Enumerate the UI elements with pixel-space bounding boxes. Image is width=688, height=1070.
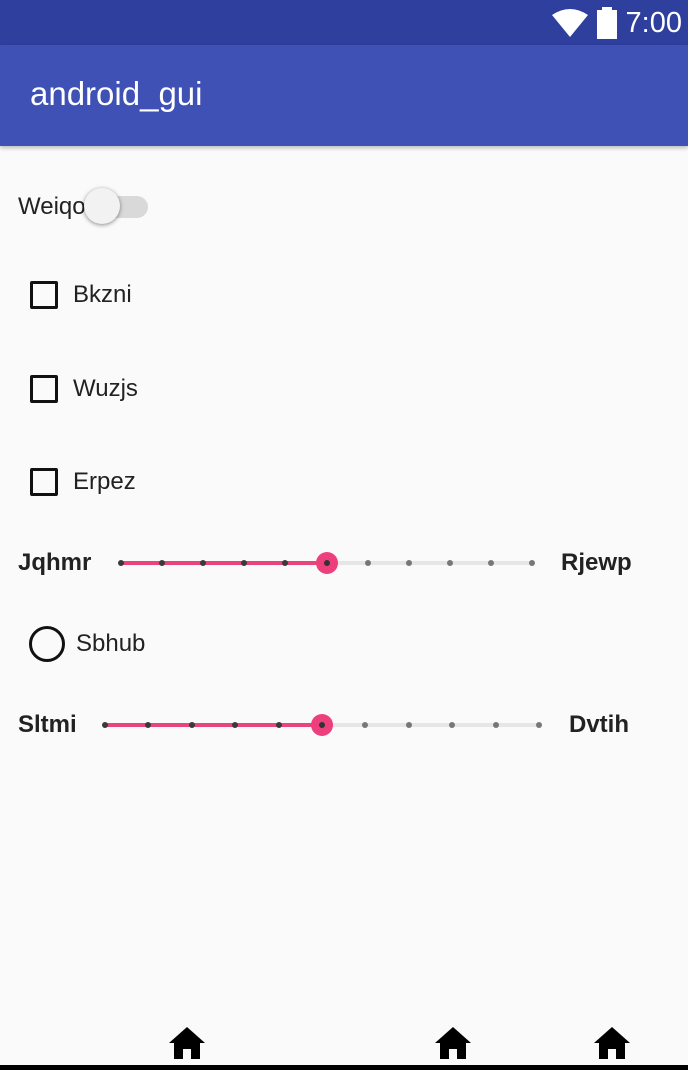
app-title: android_gui bbox=[30, 75, 203, 112]
radio-row-sbhub[interactable]: Sbhub bbox=[29, 625, 145, 663]
slider2-left-label: Sltmi bbox=[18, 711, 77, 738]
slider-tick bbox=[364, 560, 371, 566]
checkbox-wuzjs[interactable] bbox=[30, 375, 58, 403]
weiqo-switch[interactable] bbox=[83, 186, 150, 228]
slider-tick bbox=[145, 722, 152, 728]
home-icon[interactable] bbox=[594, 1027, 630, 1059]
slider-thumb-dot bbox=[319, 722, 325, 728]
slider-tick bbox=[102, 722, 108, 728]
checkbox-bkzni[interactable] bbox=[30, 281, 58, 309]
checkbox-row-wuzjs[interactable]: Wuzjs bbox=[30, 371, 138, 407]
switch-row: Weiqo bbox=[18, 186, 150, 228]
slider-thumb[interactable] bbox=[311, 714, 333, 736]
app-bar: android_gui bbox=[0, 45, 688, 146]
home-icon[interactable] bbox=[435, 1027, 471, 1059]
checkbox-row-bkzni[interactable]: Bkzni bbox=[30, 277, 132, 313]
home-icon[interactable] bbox=[169, 1027, 205, 1059]
slider-sltmi-dvtih[interactable] bbox=[102, 710, 542, 740]
radio-sbhub[interactable] bbox=[29, 626, 65, 662]
slider-tick bbox=[362, 722, 369, 728]
slider-thumb-dot bbox=[323, 560, 330, 566]
slider-tick bbox=[492, 722, 499, 728]
slider2-right-label: Dvtih bbox=[569, 711, 629, 738]
slider-thumb[interactable] bbox=[315, 552, 338, 574]
slider-tick bbox=[159, 560, 166, 566]
slider-tick bbox=[405, 722, 412, 728]
checkbox-erpez[interactable] bbox=[30, 468, 58, 496]
battery-icon bbox=[596, 7, 617, 39]
status-time: 7:00 bbox=[625, 6, 682, 39]
slider-tick bbox=[200, 560, 207, 566]
nav-divider bbox=[0, 1065, 688, 1070]
slider-tick bbox=[282, 560, 289, 566]
checkbox-row-erpez[interactable]: Erpez bbox=[30, 464, 136, 500]
navigation-bar bbox=[0, 1010, 688, 1070]
slider-tick bbox=[232, 722, 239, 728]
checkbox-label: Wuzjs bbox=[73, 375, 138, 402]
slider1-left-label: Jqhmr bbox=[18, 549, 92, 576]
slider-tick bbox=[529, 560, 535, 566]
slider-tick bbox=[241, 560, 248, 566]
slider-tick bbox=[536, 722, 542, 728]
checkbox-label: Erpez bbox=[73, 468, 136, 495]
slider-fill bbox=[121, 561, 327, 565]
status-bar: 7:00 bbox=[0, 0, 688, 45]
slider-tick bbox=[449, 722, 456, 728]
switch-label: Weiqo bbox=[18, 193, 86, 220]
slider1-right-label: Rjewp bbox=[561, 549, 632, 576]
slider-tick bbox=[118, 560, 124, 566]
slider-tick bbox=[446, 560, 453, 566]
checkbox-label: Bkzni bbox=[73, 281, 132, 308]
wifi-icon bbox=[551, 9, 588, 37]
slider-fill bbox=[105, 723, 322, 727]
slider-tick bbox=[275, 722, 282, 728]
slider-jqhmr-rjewp[interactable] bbox=[118, 548, 535, 578]
slider-tick bbox=[487, 560, 494, 566]
switch-thumb bbox=[83, 188, 120, 224]
radio-label: Sbhub bbox=[76, 630, 146, 657]
status-icons: 7:00 bbox=[551, 4, 682, 42]
slider-tick bbox=[188, 722, 195, 728]
slider-tick bbox=[405, 560, 412, 566]
